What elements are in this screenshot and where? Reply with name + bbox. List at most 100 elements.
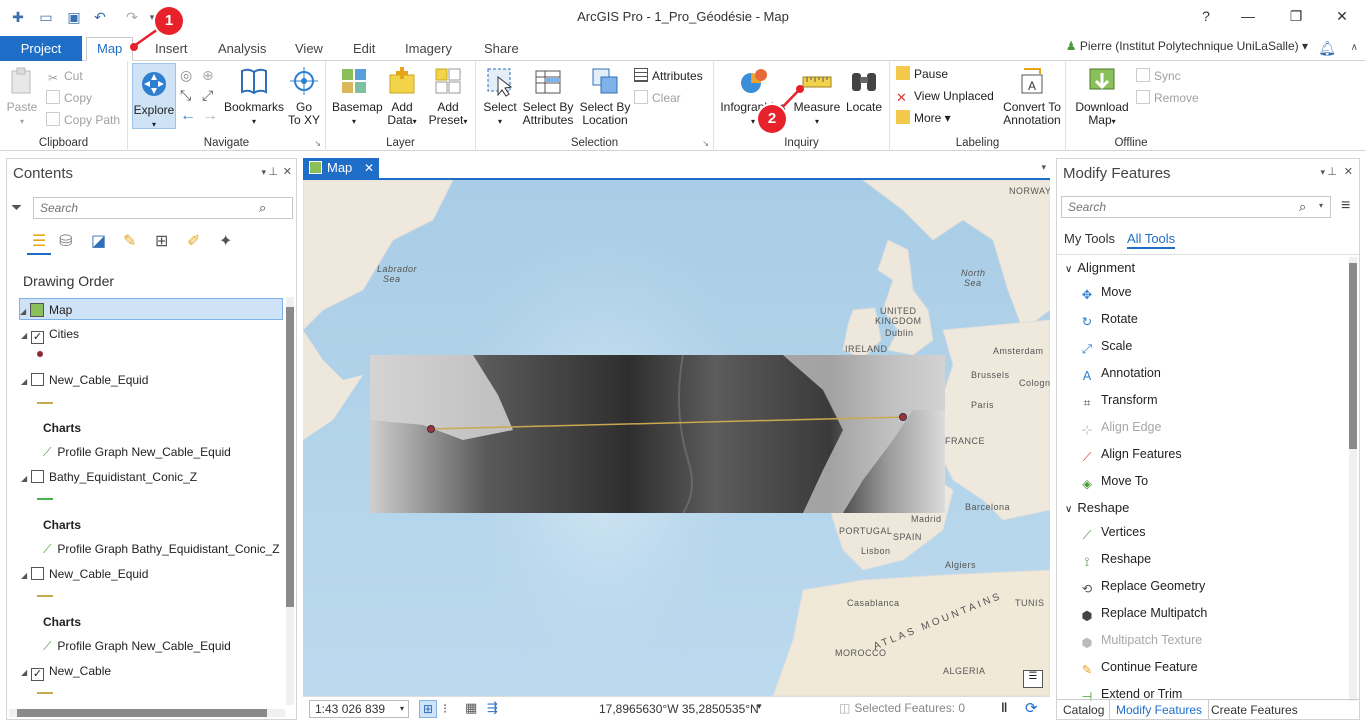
tool-reshape[interactable]: ⟟ Reshape xyxy=(1079,549,1151,569)
vertical-scrollbar[interactable] xyxy=(1349,257,1357,701)
tab-create-features[interactable]: Create Features xyxy=(1205,700,1304,720)
convert-to-annotation-button[interactable]: A Convert To Annotation xyxy=(1000,65,1064,127)
tool-vertices[interactable]: ⟋ Vertices xyxy=(1079,522,1146,542)
search-options-icon[interactable]: ▾ xyxy=(1319,201,1323,210)
download-map-button[interactable]: Download Map▾ xyxy=(1072,65,1132,128)
tool-rotate[interactable]: ↻ Rotate xyxy=(1079,309,1138,329)
tool-replace-geometry[interactable]: ⟲ Replace Geometry xyxy=(1079,576,1205,596)
table-view-icon[interactable]: ▦ xyxy=(465,700,477,716)
list-by-selection-icon[interactable]: ◪ xyxy=(91,231,106,251)
chart-item[interactable]: ⟋ Profile Graph New_Cable_Equid xyxy=(43,635,231,657)
paste-button[interactable]: Paste ▾ xyxy=(4,65,40,128)
notification-bell-icon[interactable]: 🔔︎ xyxy=(1318,40,1336,57)
horizontal-scrollbar[interactable] xyxy=(9,709,285,717)
tab-options-icon[interactable]: ▾ xyxy=(1041,162,1046,173)
tool-multipatch-texture[interactable]: ⬢ Multipatch Texture xyxy=(1079,630,1203,650)
go-to-xy-button[interactable]: Go To XY xyxy=(286,65,322,127)
copy-button[interactable]: Copy xyxy=(46,89,92,107)
more-labeling-button[interactable]: More ▾ xyxy=(896,109,951,127)
list-by-editing-icon[interactable]: ✎ xyxy=(123,231,136,251)
close-pane-icon[interactable]: ✕ xyxy=(1344,165,1353,178)
layer-row[interactable]: ◢ ✓ Cities xyxy=(21,323,79,345)
fixed-zoom-icon[interactable]: ⤢ xyxy=(202,87,213,104)
rotate-view-icon[interactable]: ⊕ xyxy=(202,67,214,84)
visibility-checkbox[interactable] xyxy=(31,373,44,386)
minimize-icon[interactable]: — xyxy=(1236,6,1260,26)
tree-map-node[interactable]: ◢ Map xyxy=(19,298,283,320)
add-data-button[interactable]: Add Data▾ xyxy=(382,65,422,128)
locate-button[interactable]: Locate xyxy=(844,65,884,114)
close-icon[interactable]: ✕ xyxy=(1330,6,1354,26)
coordinate-format-icon[interactable]: ▾ xyxy=(757,701,762,712)
chart-item[interactable]: ⟋ Profile Graph New_Cable_Equid xyxy=(43,441,231,463)
sync-button[interactable]: Sync xyxy=(1136,67,1181,85)
pane-options-icon[interactable]: ▾ xyxy=(261,167,266,178)
selected-features-count[interactable]: ◫ Selected Features: 0 xyxy=(839,701,965,715)
full-extent-icon[interactable]: ⤡ xyxy=(180,87,191,104)
pin-icon[interactable]: ⊥ xyxy=(268,165,278,178)
contents-search-input[interactable] xyxy=(33,197,293,219)
city-point[interactable] xyxy=(427,425,435,433)
tab-map[interactable]: Map xyxy=(86,37,134,61)
pane-options-icon[interactable]: ▾ xyxy=(1320,167,1325,178)
pin-icon[interactable]: ⊥ xyxy=(1327,165,1337,178)
copy-path-button[interactable]: Copy Path xyxy=(46,111,120,129)
clear-selection-button[interactable]: Clear xyxy=(634,89,681,107)
list-by-snapping-icon[interactable]: ⊞ xyxy=(155,231,168,251)
visibility-checkbox[interactable] xyxy=(31,567,44,580)
navigate-launcher-icon[interactable]: ↘ xyxy=(314,139,321,148)
layer-row[interactable]: ◢ ✓ New_Cable xyxy=(21,660,111,682)
tool-continue-feature[interactable]: ✎ Continue Feature xyxy=(1079,657,1198,677)
collapse-ribbon-icon[interactable]: ∧ xyxy=(1351,42,1358,53)
tool-transform[interactable]: ⌗ Transform xyxy=(1079,390,1157,410)
tab-modify-features[interactable]: Modify Features xyxy=(1109,700,1210,720)
scale-select[interactable]: 1:43 026 839 ▾ xyxy=(309,700,409,718)
tool-align-edge[interactable]: ⊹ Align Edge xyxy=(1079,417,1162,437)
constraints-icon[interactable]: ⇶ xyxy=(487,700,498,716)
layer-row[interactable]: ◢ Bathy_Equidistant_Conic_Z xyxy=(21,466,197,488)
remove-button[interactable]: Remove xyxy=(1136,89,1199,107)
visibility-checkbox[interactable]: ✓ xyxy=(31,668,44,681)
city-point[interactable] xyxy=(899,413,907,421)
close-pane-icon[interactable]: ✕ xyxy=(283,165,292,178)
tab-imagery[interactable]: Imagery xyxy=(401,39,456,61)
tab-analysis[interactable]: Analysis xyxy=(214,39,270,61)
view-unplaced-button[interactable]: ✕ View Unplaced xyxy=(896,87,994,105)
tool-move[interactable]: ✥ Move xyxy=(1079,282,1132,302)
list-by-perspective-icon[interactable]: ✦ xyxy=(219,231,232,251)
layer-row[interactable]: ◢ New_Cable_Equid xyxy=(21,369,148,391)
map-overview-icon[interactable]: ☰ xyxy=(1023,670,1043,688)
tab-insert[interactable]: Insert xyxy=(151,39,192,61)
visibility-checkbox[interactable] xyxy=(31,470,44,483)
tab-project[interactable]: Project xyxy=(0,36,82,61)
search-icon[interactable]: ⌕ xyxy=(1299,199,1306,215)
pause-labeling-button[interactable]: Pause xyxy=(896,65,948,83)
basemap-button[interactable]: Basemap ▾ xyxy=(332,65,383,128)
tab-share[interactable]: Share xyxy=(480,39,523,61)
list-by-data-source-icon[interactable]: ⛁ xyxy=(59,231,72,251)
select-by-attributes-button[interactable]: Select By Attributes xyxy=(520,65,576,127)
attributes-button[interactable]: Attributes xyxy=(634,67,703,85)
bookmarks-button[interactable]: Bookmarks ▾ xyxy=(224,65,284,128)
section-alignment[interactable]: ∨ Alignment xyxy=(1065,258,1135,278)
tool-align-features[interactable]: ⟋ Align Features xyxy=(1079,444,1182,464)
selection-launcher-icon[interactable]: ↘ xyxy=(702,139,709,148)
select-by-location-button[interactable]: Select By Location xyxy=(578,65,632,127)
hamburger-menu-icon[interactable]: ≡ xyxy=(1341,197,1350,215)
previous-extent-icon[interactable]: ← xyxy=(180,107,196,125)
filter-icon[interactable]: ⏷ xyxy=(11,199,22,216)
snapping-icon[interactable]: ⊞ xyxy=(419,700,437,718)
list-by-labeling-icon[interactable]: ✐ xyxy=(187,231,200,251)
search-icon[interactable]: ⌕ xyxy=(259,200,266,216)
layer-row[interactable]: ◢ New_Cable_Equid xyxy=(21,563,148,585)
map-view-tab[interactable]: Map ✕ xyxy=(303,158,379,178)
grid-icon[interactable]: ⁝ xyxy=(443,701,447,717)
tool-replace-multipatch[interactable]: ⬢ Replace Multipatch xyxy=(1079,603,1208,623)
tab-edit[interactable]: Edit xyxy=(349,39,379,61)
tool-move-to[interactable]: ◈ Move To xyxy=(1079,471,1148,491)
user-account[interactable]: ♟ Pierre (Institut Polytechnique UniLaSa… xyxy=(1066,39,1308,53)
close-tab-icon[interactable]: ✕ xyxy=(364,158,374,178)
select-button[interactable]: Select ▾ xyxy=(480,65,520,128)
vertical-scrollbar[interactable] xyxy=(286,297,294,705)
add-preset-button[interactable]: Add Preset▾ xyxy=(426,65,470,128)
